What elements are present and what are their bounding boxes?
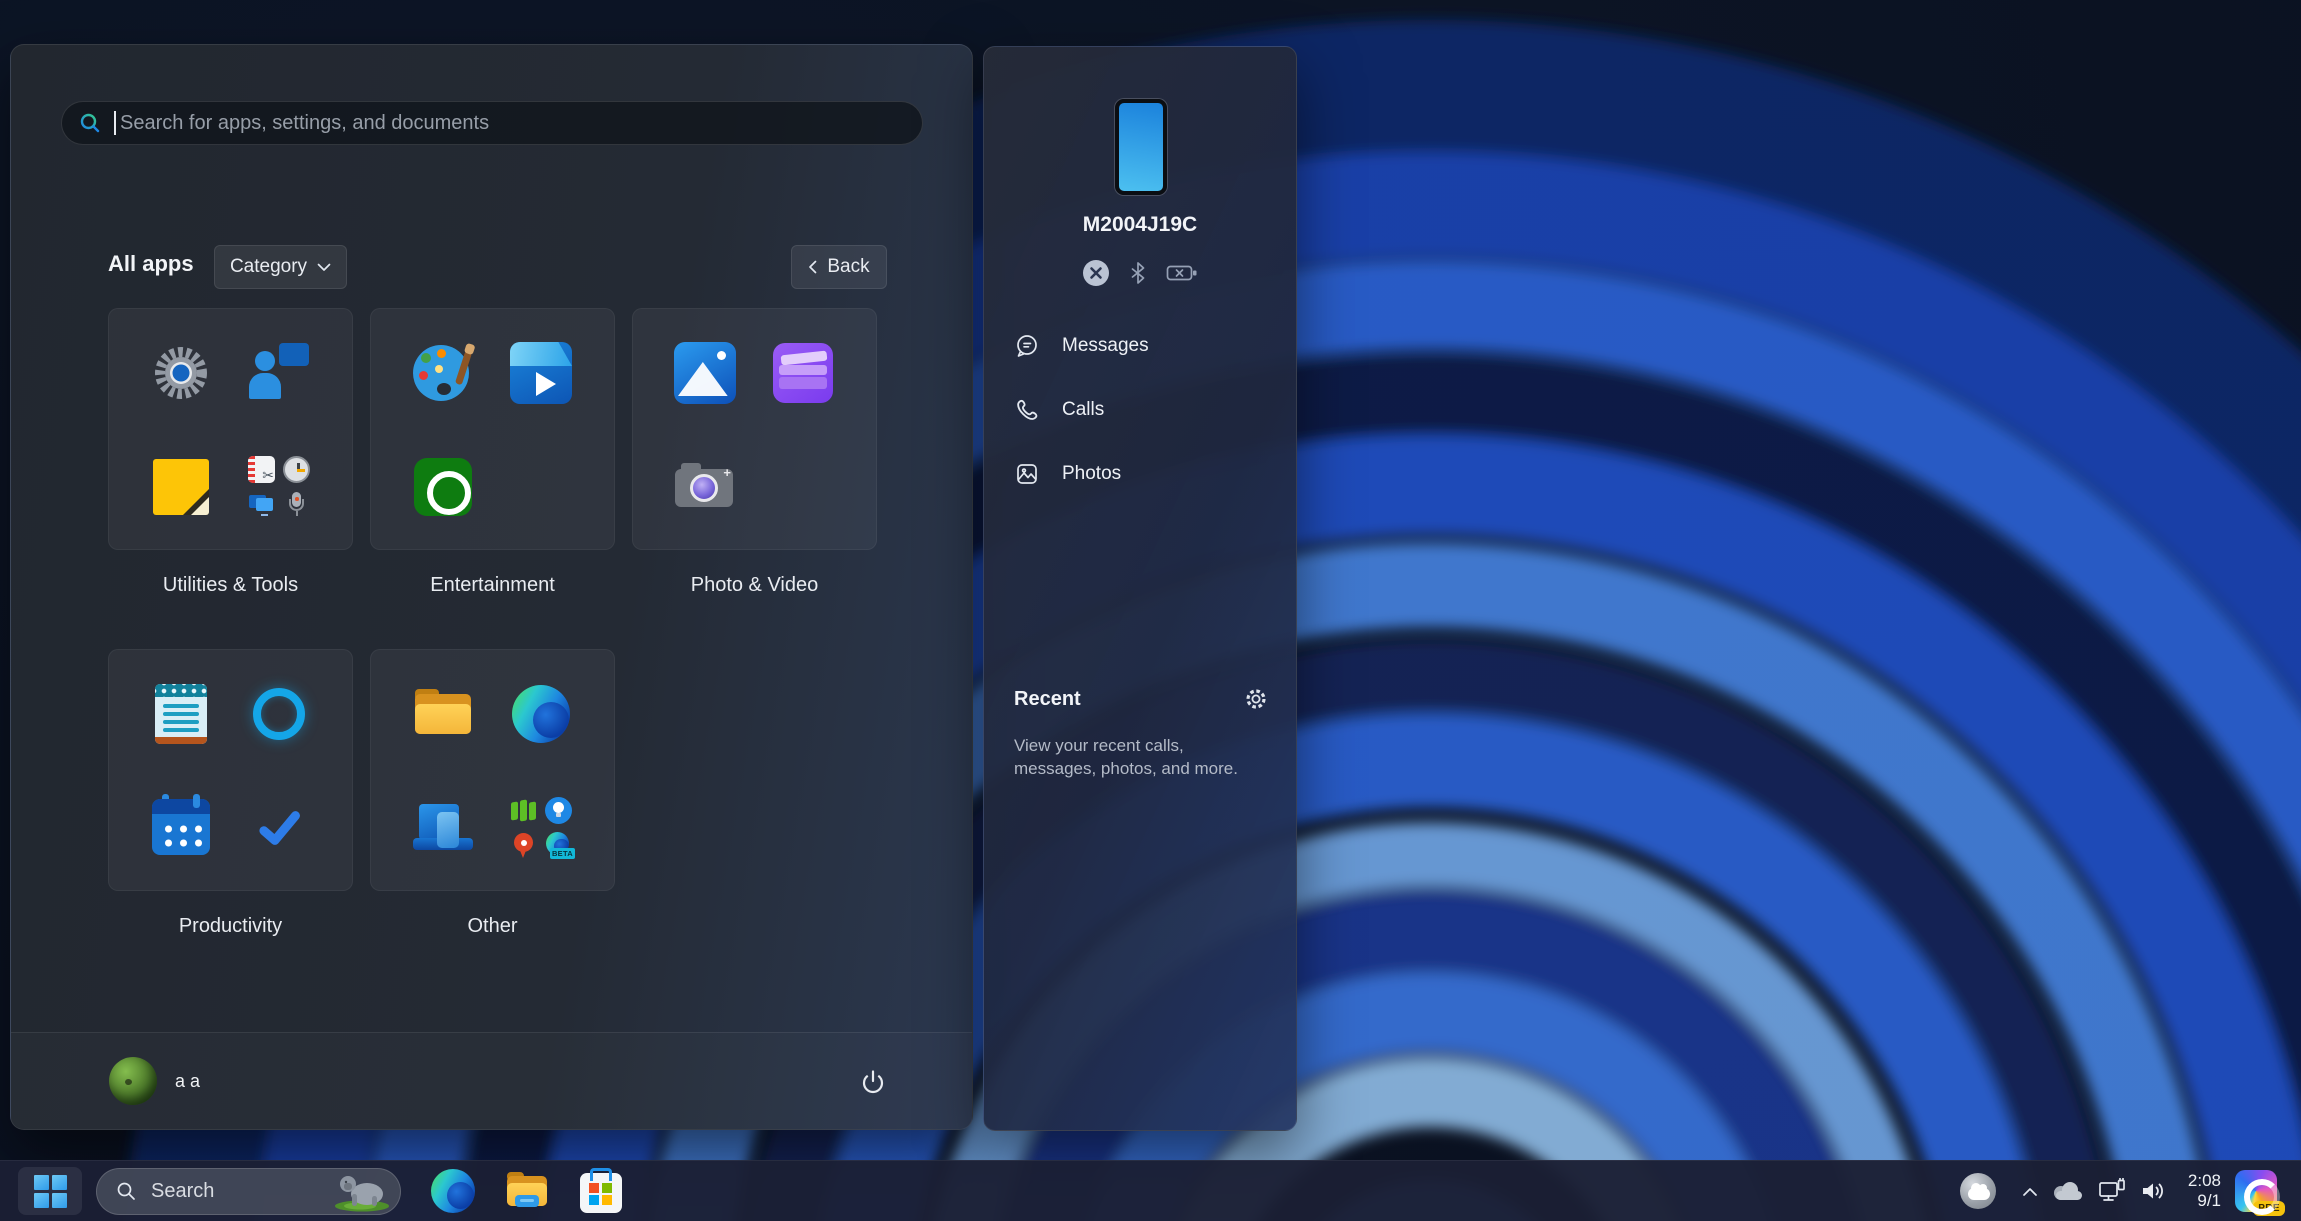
microsoft-store-icon <box>580 1168 622 1213</box>
app-category-tiles: ✂ Utilities & Tools Entertainment + Phot… <box>108 308 877 938</box>
search-icon <box>80 113 100 133</box>
recent-title: Recent <box>1014 687 1081 710</box>
onedrive-icon[interactable] <box>2052 1182 2084 1200</box>
back-button[interactable]: Back <box>791 245 887 289</box>
taskbar-search-box[interactable]: Search <box>96 1167 401 1215</box>
tile-photo-video[interactable]: + Photo & Video <box>632 308 877 597</box>
edge-icon <box>497 670 585 758</box>
snipping-tool-icon: ✂ <box>248 456 275 483</box>
tile-label: Entertainment <box>430 574 555 596</box>
all-apps-header: All apps Category Back <box>11 243 972 291</box>
file-explorer-icon <box>399 670 487 758</box>
chevron-up-icon <box>2023 1187 2037 1196</box>
network-tray-icon[interactable] <box>2098 1178 2126 1204</box>
phone-link-icon <box>399 784 487 872</box>
alarms-clock-icon <box>283 456 310 483</box>
start-button[interactable] <box>18 1167 82 1215</box>
taskbar-store-button[interactable] <box>579 1168 623 1213</box>
windows-logo-icon <box>33 1174 67 1208</box>
start-search-input[interactable]: Search for apps, settings, and documents <box>61 101 923 145</box>
tile-label: Photo & Video <box>690 574 819 596</box>
taskbar-file-explorer-button[interactable] <box>505 1169 549 1213</box>
phone-menu-photos[interactable]: Photos <box>984 442 1296 506</box>
voice-recorder-icon <box>283 491 310 518</box>
maps-icon <box>510 832 537 859</box>
messages-icon <box>1017 335 1037 357</box>
weather-tray-icon[interactable] <box>1959 1173 1996 1209</box>
clock-date: 9/1 <box>2197 1191 2221 1210</box>
edge-icon <box>431 1169 475 1213</box>
movies-tv-icon <box>497 329 585 417</box>
tile-label: Other <box>467 915 518 937</box>
to-do-icon <box>235 784 323 872</box>
clipchamp-icon <box>759 329 847 417</box>
battery-unknown-icon <box>1166 265 1197 281</box>
copilot-preview-badge: PRE <box>2253 1201 2285 1216</box>
recent-settings-gear-icon[interactable] <box>1244 687 1268 711</box>
tile-productivity[interactable]: Productivity <box>108 649 353 938</box>
settings-icon <box>137 329 225 417</box>
chevron-left-icon <box>809 260 817 274</box>
xbox-icon <box>399 443 487 531</box>
edge-beta-icon: BETA <box>545 832 575 859</box>
desktop: Search for apps, settings, and documents… <box>0 0 2301 1221</box>
get-help-icon <box>235 329 323 417</box>
camera-icon: + <box>661 443 749 531</box>
paint-icon <box>399 329 487 417</box>
calls-icon <box>1017 399 1038 420</box>
user-avatar[interactable] <box>109 1057 157 1105</box>
search-icon <box>117 1182 135 1200</box>
recent-description: View your recent calls, messages, photos… <box>1014 736 1238 778</box>
start-menu-panel: Search for apps, settings, and documents… <box>10 44 973 1130</box>
bluetooth-icon <box>1131 262 1145 284</box>
notepad-icon <box>137 670 225 758</box>
clock-time: 2:08 <box>2187 1171 2221 1190</box>
ethernet-icon <box>2099 1178 2125 1201</box>
tips-icon <box>545 797 572 824</box>
file-explorer-icon <box>505 1169 549 1213</box>
phone-illustration <box>1115 99 1167 195</box>
volume-tray-icon[interactable] <box>2140 1179 2168 1203</box>
all-apps-title: All apps <box>108 251 194 276</box>
taskbar-edge-button[interactable] <box>431 1169 475 1213</box>
search-placeholder: Search for apps, settings, and documents <box>120 111 490 134</box>
chevron-down-icon <box>317 263 331 271</box>
speaker-icon <box>2142 1183 2163 1199</box>
taskbar-clock[interactable]: 2:08 9/1 <box>2188 1171 2221 1211</box>
tile-entertainment[interactable]: Entertainment <box>370 308 615 597</box>
taskbar-search-label: Search <box>151 1179 215 1202</box>
power-button[interactable] <box>851 1061 895 1103</box>
tile-other[interactable]: BETA Other <box>370 649 615 938</box>
tile-utilities-tools[interactable]: ✂ Utilities & Tools <box>108 308 353 597</box>
calendar-icon <box>137 784 225 872</box>
phone-device-name: M2004J19C <box>1082 213 1198 236</box>
tile-label: Utilities & Tools <box>162 574 299 596</box>
phone-status-row <box>984 255 1296 291</box>
power-icon <box>862 1070 884 1094</box>
phone-menu-calls[interactable]: Calls <box>984 378 1296 442</box>
tile-label: Productivity <box>178 915 283 937</box>
disconnected-icon <box>1083 260 1109 286</box>
phone-menu: Messages Calls Photos <box>984 314 1296 506</box>
start-user-bar: a a <box>11 1032 972 1129</box>
show-hidden-icons-button[interactable] <box>2022 1186 2038 1197</box>
connect-icon <box>248 491 275 518</box>
category-dropdown-button[interactable]: Category <box>214 245 347 289</box>
photos-outline-icon <box>1017 464 1037 484</box>
user-name[interactable]: a a <box>175 1071 200 1092</box>
phone-link-panel: M2004J19C Messages Calls Photos Recent V… <box>983 46 1297 1131</box>
text-caret <box>114 111 116 135</box>
copilot-button[interactable]: PRE <box>2235 1170 2285 1216</box>
phone-menu-messages[interactable]: Messages <box>984 314 1296 378</box>
taskbar: Search 2:08 9/1 PRE <box>0 1160 2301 1221</box>
photos-icon <box>661 329 749 417</box>
cortana-icon <box>235 670 323 758</box>
green-tiles-icon <box>510 797 537 824</box>
sticky-notes-icon <box>137 443 225 531</box>
search-highlight-gorilla-image <box>335 1176 389 1212</box>
